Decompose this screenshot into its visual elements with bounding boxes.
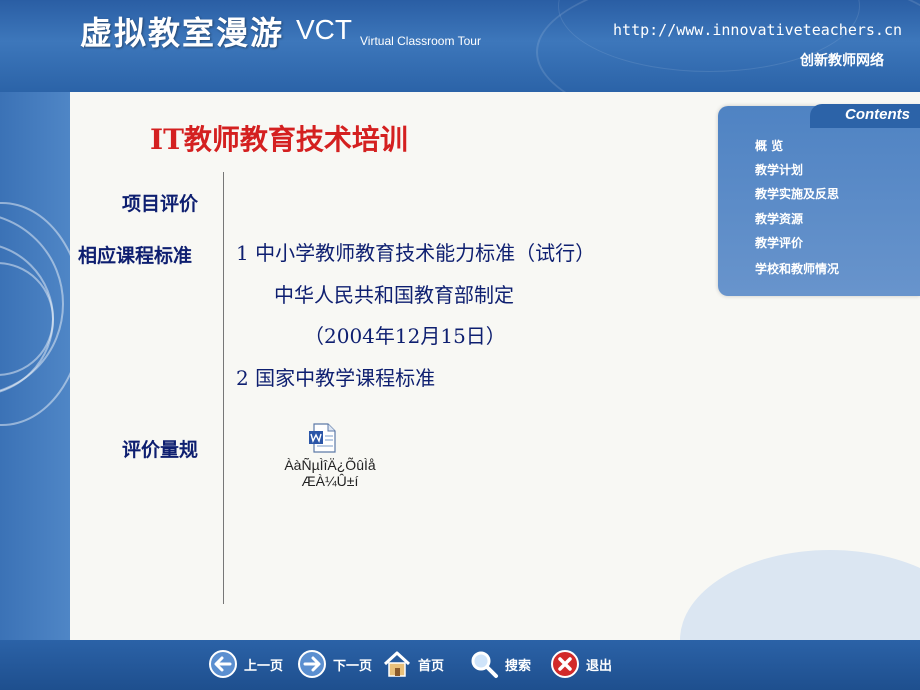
home-icon (383, 651, 411, 677)
standard-2: 2 国家中教学课程标准 (236, 366, 436, 390)
search-icon (471, 651, 498, 678)
standard-1-issuer: 中华人民共和国教育部制定 (274, 283, 514, 307)
label-project-evaluation: 项目评价 (122, 193, 199, 215)
search-label: 搜索 (505, 658, 532, 674)
header-banner: 虚拟教室漫游 VCT Virtual Classroom Tour http:/… (0, 0, 920, 92)
arrow-right-icon (298, 650, 326, 678)
menu-item-implementation[interactable]: 教学实施及反思 (755, 185, 839, 202)
divider-line (223, 172, 224, 604)
exit-label: 退出 (586, 658, 613, 674)
prev-page-button[interactable]: 上一页 (208, 649, 283, 679)
left-decoration (0, 92, 70, 640)
attachment-caption-line2: ÆÀ¼Û±í (301, 473, 359, 489)
menu-item-overview[interactable]: 概 览 (755, 137, 783, 154)
word-document-icon[interactable] (308, 423, 338, 453)
prev-page-label: 上一页 (244, 658, 284, 674)
standard-1-date: （2004年12月15日） (304, 324, 506, 348)
network-name: 创新教师网络 (800, 53, 884, 69)
close-icon (551, 650, 579, 678)
app-title-en: VCT (296, 14, 352, 45)
label-course-standards: 相应课程标准 (78, 245, 193, 267)
attachment-caption[interactable]: ÀàÑµÌîÄ¿ÕûÌå ÆÀ¼Û±í (275, 457, 385, 489)
exit-button[interactable]: 退出 (550, 649, 612, 679)
search-button[interactable]: 搜索 (469, 649, 531, 679)
menu-item-school-teachers[interactable]: 学校和教师情况 (755, 260, 839, 277)
page-title: IT教师教育技术培训 (150, 123, 408, 156)
next-page-button[interactable]: 下一页 (297, 649, 372, 679)
contents-panel: Contents 概 览 教学计划 教学实施及反思 教学资源 教学评价 学校和教… (718, 104, 920, 296)
standard-1: 1 中小学教师教育技术能力标准（试行） (236, 241, 596, 265)
next-page-label: 下一页 (333, 658, 373, 674)
app-title: 虚拟教室漫游 (80, 14, 285, 52)
contents-title: Contents (845, 106, 910, 123)
menu-item-resources[interactable]: 教学资源 (755, 210, 803, 227)
app-subtitle: Virtual Classroom Tour (360, 34, 481, 48)
site-url[interactable]: http://www.innovativeteachers.cn (613, 21, 902, 39)
home-label: 首页 (418, 658, 445, 674)
label-evaluation-rubric: 评价量规 (122, 439, 199, 461)
attachment-caption-line1: ÀàÑµÌîÄ¿ÕûÌå (284, 457, 376, 473)
arrow-left-icon (209, 650, 237, 678)
footer-nav: 上一页 下一页 首页 搜索 退出 (0, 640, 920, 690)
menu-item-teaching-plan[interactable]: 教学计划 (755, 161, 803, 178)
home-button[interactable]: 首页 (382, 649, 444, 679)
menu-item-evaluation[interactable]: 教学评价 (755, 234, 803, 251)
